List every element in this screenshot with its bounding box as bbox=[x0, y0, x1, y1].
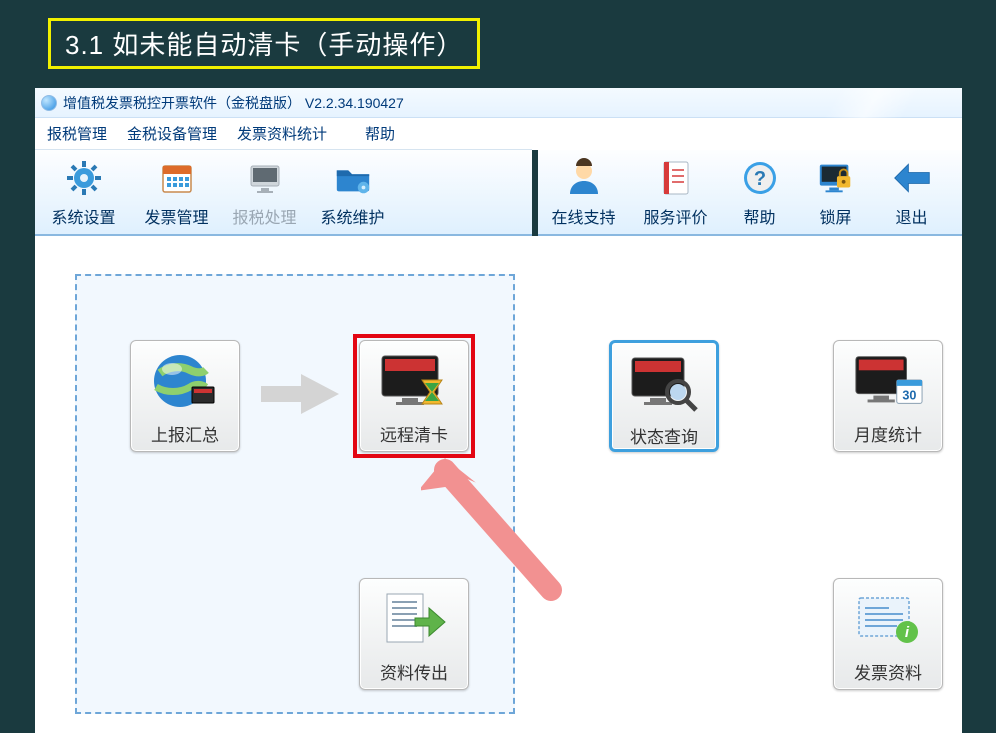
folder-gear-icon bbox=[333, 158, 373, 198]
tool-label: 系统设置 bbox=[51, 204, 115, 228]
slide-title-box: 3.1 如未能自动清卡（手动操作） bbox=[48, 18, 480, 69]
workspace: 上报汇总 远程清卡 资料传出 状态查询 bbox=[35, 236, 962, 733]
lock-screen-icon bbox=[816, 158, 856, 198]
app-icon bbox=[41, 95, 57, 111]
tool-service-review[interactable]: 服务评价 bbox=[630, 150, 722, 234]
tool-label: 在线支持 bbox=[551, 204, 615, 228]
tool-label: 服务评价 bbox=[643, 204, 707, 228]
menu-bar: 报税管理 金税设备管理 发票资料统计 帮助 bbox=[35, 118, 532, 150]
help-icon: ? bbox=[740, 158, 780, 198]
tile-label: 远程清卡 bbox=[380, 421, 448, 446]
tile-label: 上报汇总 bbox=[151, 421, 219, 446]
toolbar-container: 系统设置 发票管理 报税处理 系统维护 bbox=[35, 150, 962, 236]
slide-title: 3.1 如未能自动清卡（手动操作） bbox=[65, 30, 463, 60]
tool-help[interactable]: ? 帮助 bbox=[722, 150, 798, 234]
calendar-badge: 30 bbox=[902, 388, 916, 402]
calendar-icon bbox=[157, 158, 197, 198]
doc-export-icon bbox=[378, 589, 450, 649]
arrow-right-gray-icon bbox=[257, 368, 343, 420]
menu-help[interactable]: 帮助 bbox=[365, 123, 395, 144]
tool-label: 报税处理 bbox=[232, 204, 296, 228]
tool-label: 帮助 bbox=[743, 204, 775, 228]
back-arrow-icon bbox=[892, 158, 932, 198]
tile-monthly-stats[interactable]: 30 月度统计 bbox=[833, 340, 943, 452]
gear-icon bbox=[64, 158, 104, 198]
toolbar-right: 在线支持 服务评价 ? 帮助 锁屏 bbox=[538, 150, 962, 236]
menu-goldtax-dev[interactable]: 金税设备管理 bbox=[127, 123, 217, 144]
app-window: 增值税发票税控开票软件（金税盘版） V2.2.34.190427 报税管理 金税… bbox=[35, 88, 962, 733]
title-glare bbox=[782, 88, 962, 118]
monitor-icon bbox=[245, 158, 285, 198]
svg-text:?: ? bbox=[753, 168, 765, 190]
globe-icon bbox=[149, 351, 221, 411]
tool-tax-process[interactable]: 报税处理 bbox=[221, 150, 309, 234]
toolbar-left: 系统设置 发票管理 报税处理 系统维护 bbox=[35, 150, 532, 236]
tile-label: 资料传出 bbox=[380, 659, 448, 684]
tool-system-settings[interactable]: 系统设置 bbox=[35, 150, 133, 234]
title-bar: 增值税发票税控开票软件（金税盘版） V2.2.34.190427 bbox=[35, 88, 962, 118]
invoice-info-icon: i bbox=[852, 589, 924, 649]
tool-label: 锁屏 bbox=[819, 204, 851, 228]
tile-data-export[interactable]: 资料传出 bbox=[359, 578, 469, 690]
tool-exit[interactable]: 退出 bbox=[874, 150, 950, 234]
tile-invoice-data[interactable]: i 发票资料 bbox=[833, 578, 943, 690]
tile-label: 月度统计 bbox=[854, 421, 922, 446]
tool-online-support[interactable]: 在线支持 bbox=[538, 150, 630, 234]
tile-status-query[interactable]: 状态查询 bbox=[609, 340, 719, 452]
tool-system-maint[interactable]: 系统维护 bbox=[309, 150, 397, 234]
monitor-hourglass-icon bbox=[378, 351, 450, 411]
tile-remote-clear[interactable]: 远程清卡 bbox=[359, 340, 469, 452]
tile-label: 状态查询 bbox=[630, 423, 698, 448]
menu-tax-report[interactable]: 报税管理 bbox=[47, 123, 107, 144]
menu-invoice-stats[interactable]: 发票资料统计 bbox=[237, 123, 327, 144]
tool-label: 系统维护 bbox=[320, 204, 384, 228]
tile-label: 发票资料 bbox=[854, 659, 922, 684]
monitor-search-icon bbox=[628, 353, 700, 413]
tool-invoice-mgmt[interactable]: 发票管理 bbox=[133, 150, 221, 234]
tool-label: 发票管理 bbox=[144, 204, 208, 228]
tile-report-summary[interactable]: 上报汇总 bbox=[130, 340, 240, 452]
window-title: 增值税发票税控开票软件（金税盘版） V2.2.34.190427 bbox=[63, 93, 404, 113]
person-icon bbox=[564, 158, 604, 198]
notebook-icon bbox=[656, 158, 696, 198]
tool-label: 退出 bbox=[895, 204, 927, 228]
monitor-calendar-icon: 30 bbox=[852, 351, 924, 411]
tool-lock-screen[interactable]: 锁屏 bbox=[798, 150, 874, 234]
